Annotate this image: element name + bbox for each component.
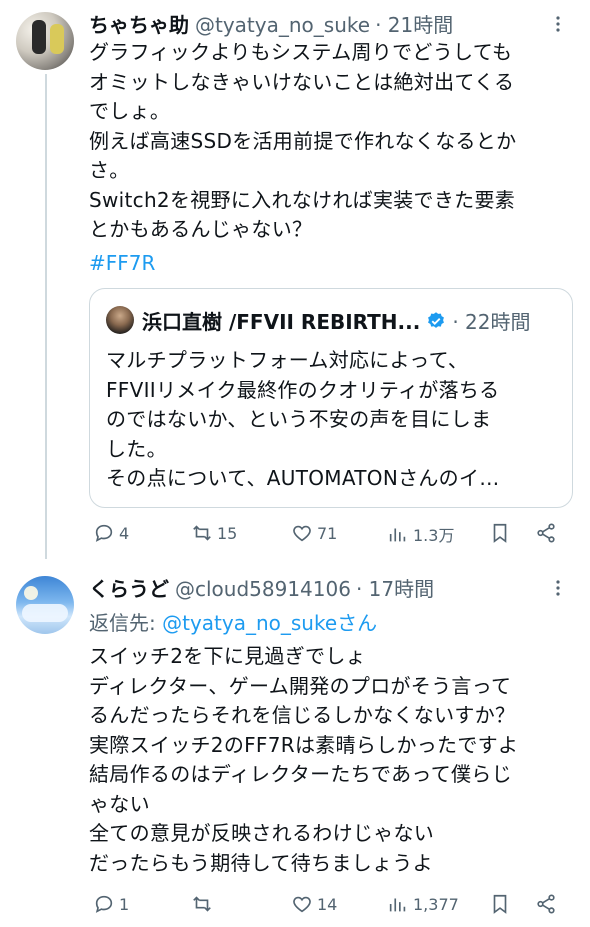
tweet-actions: 1 14 1,377 (89, 893, 574, 923)
bookmark-button[interactable] (489, 893, 511, 915)
share-button[interactable] (535, 522, 557, 544)
share-icon (537, 894, 555, 914)
timestamp[interactable]: · 21時間 (375, 9, 453, 38)
display-name[interactable]: ちゃちゃ助 (89, 9, 189, 38)
bookmark-button[interactable] (489, 522, 511, 544)
quoted-avatar (106, 306, 134, 334)
tweet-actions: 4 15 71 1.3万 (89, 522, 574, 552)
retweet-button[interactable] (191, 893, 217, 915)
retweet-icon (193, 896, 211, 912)
views-button[interactable]: 1.3万 (387, 522, 454, 546)
reply-button[interactable]: 1 (93, 893, 129, 915)
reply-button[interactable]: 4 (93, 522, 129, 544)
reply-icon (95, 895, 113, 913)
quoted-text: マルチプラットフォーム対応によって、 FFVIIリメイク最終作のクオリティが落ち… (106, 348, 500, 490)
reply-icon (95, 524, 113, 542)
user-handle[interactable]: @cloud58914106 (175, 577, 351, 601)
bookmark-icon (493, 523, 507, 543)
quoted-header: 浜口直樹 /FFVII REBIRTH... · 22時間 (142, 306, 531, 335)
more-options-icon[interactable] (548, 14, 568, 34)
tweet-1[interactable]: ちゃちゃ助 @tyatya_no_suke · 21時間 グラフィックよりもシス… (0, 0, 590, 560)
reply-to-line: 返信先: @tyatya_no_sukeさん (89, 607, 377, 636)
retweet-icon (193, 525, 211, 541)
verified-badge-icon (426, 311, 446, 331)
heart-icon (293, 896, 311, 913)
analytics-icon (389, 528, 406, 542)
reply-to-label: 返信先: (89, 611, 163, 635)
display-name[interactable]: くらうど (89, 573, 169, 602)
retweet-button[interactable]: 15 (191, 522, 237, 544)
share-icon (537, 523, 555, 543)
tweet-text: グラフィックよりもシステム周りでどうしても オミットしなきゃいけないことは絶対出… (89, 40, 517, 241)
timestamp[interactable]: · 17時間 (356, 573, 434, 602)
avatar[interactable] (16, 12, 74, 70)
tweet-2[interactable]: くらうど @cloud58914106 · 17時間 返信先: @tyatya_… (0, 560, 590, 927)
like-button[interactable]: 14 (291, 893, 337, 915)
analytics-icon (389, 898, 406, 912)
like-button[interactable]: 71 (291, 522, 337, 544)
bookmark-icon (493, 894, 507, 914)
avatar[interactable] (16, 576, 74, 634)
quoted-display-name: 浜口直樹 /FFVII REBIRTH... (142, 310, 421, 334)
hashtag-link[interactable]: #FF7R (89, 251, 155, 275)
tweet-header: ちゃちゃ助 @tyatya_no_suke · 21時間 (89, 9, 453, 37)
reply-to-mention[interactable]: @tyatya_no_sukeさん (162, 611, 377, 635)
user-handle[interactable]: @tyatya_no_suke (195, 13, 370, 37)
tweet-header: くらうど @cloud58914106 · 17時間 (89, 573, 434, 601)
quoted-timestamp: · 22時間 (452, 310, 531, 334)
more-options-icon[interactable] (548, 578, 568, 598)
share-button[interactable] (535, 893, 557, 915)
quoted-tweet[interactable]: 浜口直樹 /FFVII REBIRTH... · 22時間 マルチプラットフォー… (89, 288, 573, 508)
heart-icon (293, 525, 311, 542)
views-button[interactable]: 1,377 (387, 893, 459, 915)
tweet-text: スイッチ2を下に見過ぎでしょ ディレクター、ゲーム開発のプロがそう言って るんだ… (89, 644, 519, 875)
